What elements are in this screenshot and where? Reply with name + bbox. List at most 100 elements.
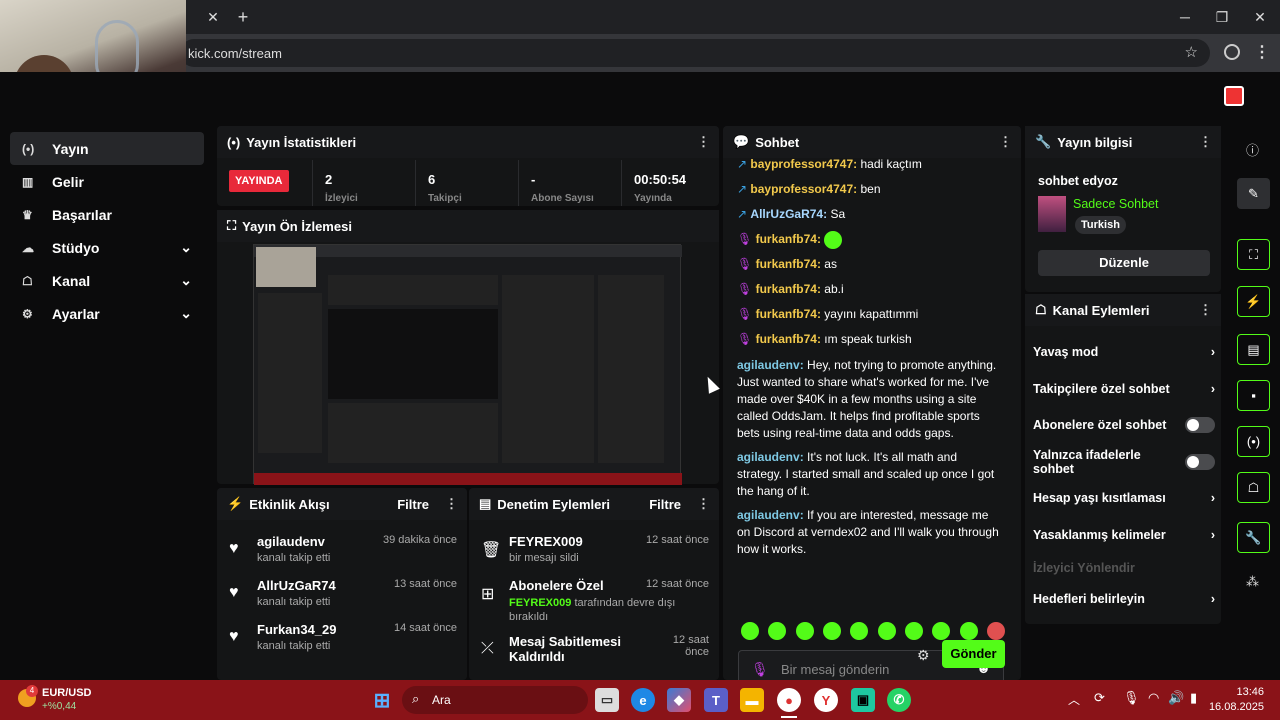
more-options-icon[interactable]: ⋮ [1199, 134, 1212, 150]
preview-toggle-icon[interactable]: ⛶ [1237, 239, 1270, 270]
chat-user[interactable]: furkanfb74 [756, 282, 817, 296]
setting-followers-only[interactable]: Takipçilere özel sohbet › [1033, 379, 1215, 399]
profile-icon[interactable] [1224, 44, 1240, 60]
emote-icon[interactable] [932, 622, 951, 640]
category-link[interactable]: Sadece Sohbet [1073, 197, 1159, 211]
bookmark-star-icon[interactable]: ☆ [1185, 43, 1198, 61]
channel-toggle-icon[interactable]: ☖ [1237, 472, 1270, 503]
chat-text: ım speak turkish [824, 332, 912, 346]
chevron-right-icon: › [1210, 345, 1215, 359]
minimize-icon[interactable]: ─ [1170, 0, 1200, 34]
badge-icon: ↗ [737, 207, 748, 221]
send-button[interactable]: Gönder [942, 640, 1005, 668]
more-options-icon[interactable]: ⋮ [445, 496, 458, 512]
chat-toggle-icon[interactable]: ▪ [1237, 380, 1270, 411]
event-text: kanalı takip etti [257, 596, 331, 608]
chat-user[interactable]: AllrUzGaR74 [750, 207, 823, 221]
more-options-icon[interactable]: ⋮ [999, 134, 1012, 150]
chat-settings-icon[interactable]: ⚙ [917, 647, 930, 664]
emote-icon[interactable] [986, 622, 1005, 640]
new-tab-button[interactable]: + [228, 0, 258, 34]
sidebar-item-basarilar[interactable]: ♛ Başarılar [10, 198, 204, 231]
emote-icon[interactable] [822, 622, 841, 640]
chat-text: Sa [830, 207, 846, 221]
chat-user[interactable]: bayprofessor4747 [750, 158, 853, 171]
close-window-icon[interactable]: ✕ [1245, 0, 1275, 34]
yandex-icon[interactable]: Y [814, 688, 838, 712]
filter-button[interactable]: Filtre [397, 497, 429, 512]
emote-icon[interactable] [741, 622, 759, 640]
search-box[interactable]: ⌕ Ara [402, 686, 588, 714]
list-item: ⤫ Mesaj Sabitlemesi Kaldırıldı 12 saat önc… [481, 634, 709, 674]
sidebar-item-studyo[interactable]: ☁ Stüdyo ⌄ [10, 231, 204, 264]
sync-icon[interactable]: ⟳ [1094, 690, 1105, 706]
chat-user[interactable]: agilaudenv [737, 450, 800, 464]
microphone-icon[interactable]: 🎙 [1123, 690, 1140, 706]
task-view-icon[interactable]: ▭ [595, 688, 619, 712]
chrome-icon[interactable]: ● [777, 688, 801, 712]
add-widget-icon[interactable]: ⁂ [1246, 574, 1259, 590]
chat-user[interactable]: agilaudenv [737, 508, 800, 522]
emote-icon[interactable] [795, 622, 814, 640]
teams-icon[interactable]: T [704, 688, 728, 712]
more-options-icon[interactable]: ⋮ [697, 134, 710, 150]
emote-icon[interactable] [850, 622, 869, 640]
wifi-icon[interactable]: ◠ [1148, 690, 1159, 706]
more-options-icon[interactable]: ⋮ [697, 496, 710, 512]
edit-button[interactable]: Düzenle [1038, 250, 1210, 276]
windows-start-icon[interactable]: ⊞ [370, 688, 394, 712]
emote-icon[interactable] [768, 622, 787, 640]
preview-chat [502, 275, 594, 463]
heart-icon: ♥ [229, 628, 239, 645]
chat-user[interactable]: furkanfb74 [756, 307, 817, 321]
chat-user[interactable]: furkanfb74 [756, 257, 817, 271]
emote-icon [824, 231, 843, 249]
stream-preview-video[interactable] [253, 244, 682, 485]
file-explorer-icon[interactable]: ▬ [740, 688, 764, 712]
clock-date[interactable]: 16.08.2025 [1194, 701, 1264, 713]
info-toggle-icon[interactable]: 🔧 [1237, 522, 1270, 553]
maximize-icon[interactable]: ❐ [1207, 0, 1237, 34]
ticker-label[interactable]: EUR/USD [42, 687, 92, 699]
setting-label: Takipçilere özel sohbet [1033, 382, 1170, 396]
setting-banned-words[interactable]: Yasaklanmış kelimeler › [1033, 525, 1215, 545]
setting-slow-mode[interactable]: Yavaş mod › [1033, 342, 1215, 362]
emote-icon[interactable] [959, 622, 978, 640]
emote-icon[interactable] [904, 622, 923, 640]
toggle-switch[interactable] [1185, 454, 1215, 470]
edge-icon[interactable]: e [631, 688, 655, 712]
whatsapp-icon[interactable]: ✆ [887, 688, 911, 712]
emote-icon[interactable] [877, 622, 896, 640]
sidebar-item-gelir[interactable]: ▥ Gelir [10, 165, 204, 198]
close-tab-icon[interactable]: ✕ [198, 0, 228, 34]
event-time: 12 saat önce [646, 578, 709, 590]
volume-icon[interactable]: 🔊 [1168, 690, 1184, 706]
chat-user[interactable]: bayprofessor4747 [750, 182, 853, 196]
chat-user[interactable]: agilaudenv [737, 358, 800, 372]
sidebar-item-kanal[interactable]: ☖ Kanal ⌄ [10, 264, 204, 297]
clock-time[interactable]: 13:46 [1220, 686, 1264, 698]
edit-layout-icon[interactable]: ✎ [1237, 178, 1270, 209]
stat-label: İzleyici [325, 193, 358, 204]
copilot-icon[interactable]: ◆ [667, 688, 691, 712]
browser-menu-icon[interactable]: ⋮ [1254, 42, 1270, 62]
toggle-switch[interactable] [1185, 417, 1215, 433]
sidebar-item-ayarlar[interactable]: ⚙ Ayarlar ⌄ [10, 297, 204, 330]
sidebar-item-yayin[interactable]: (•) Yayın [10, 132, 204, 165]
avatar[interactable] [1224, 86, 1244, 106]
filter-button[interactable]: Filtre [649, 497, 681, 512]
url-field[interactable]: kick.com/stream ☆ [180, 39, 1210, 67]
setting-account-age[interactable]: Hesap yaşı kısıtlaması › [1033, 488, 1215, 508]
chevron-up-icon[interactable]: ︿ [1068, 691, 1080, 708]
event-title: Mesaj Sabitlemesi Kaldırıldı [509, 634, 621, 664]
chat-user[interactable]: furkanfb74 [756, 232, 817, 246]
stats-toggle-icon[interactable]: (•) [1237, 426, 1270, 457]
moderation-toggle-icon[interactable]: ▤ [1237, 334, 1270, 365]
setting-goals[interactable]: Hedefleri belirleyin › [1033, 589, 1215, 609]
activity-toggle-icon[interactable]: ⚡ [1237, 286, 1270, 317]
info-icon[interactable]: ⓘ [1246, 140, 1259, 159]
more-options-icon[interactable]: ⋮ [1199, 302, 1212, 318]
kick-app-icon[interactable]: ▣ [851, 688, 875, 712]
stat-label: Takipçi [428, 193, 462, 204]
chat-user[interactable]: furkanfb74 [756, 332, 817, 346]
